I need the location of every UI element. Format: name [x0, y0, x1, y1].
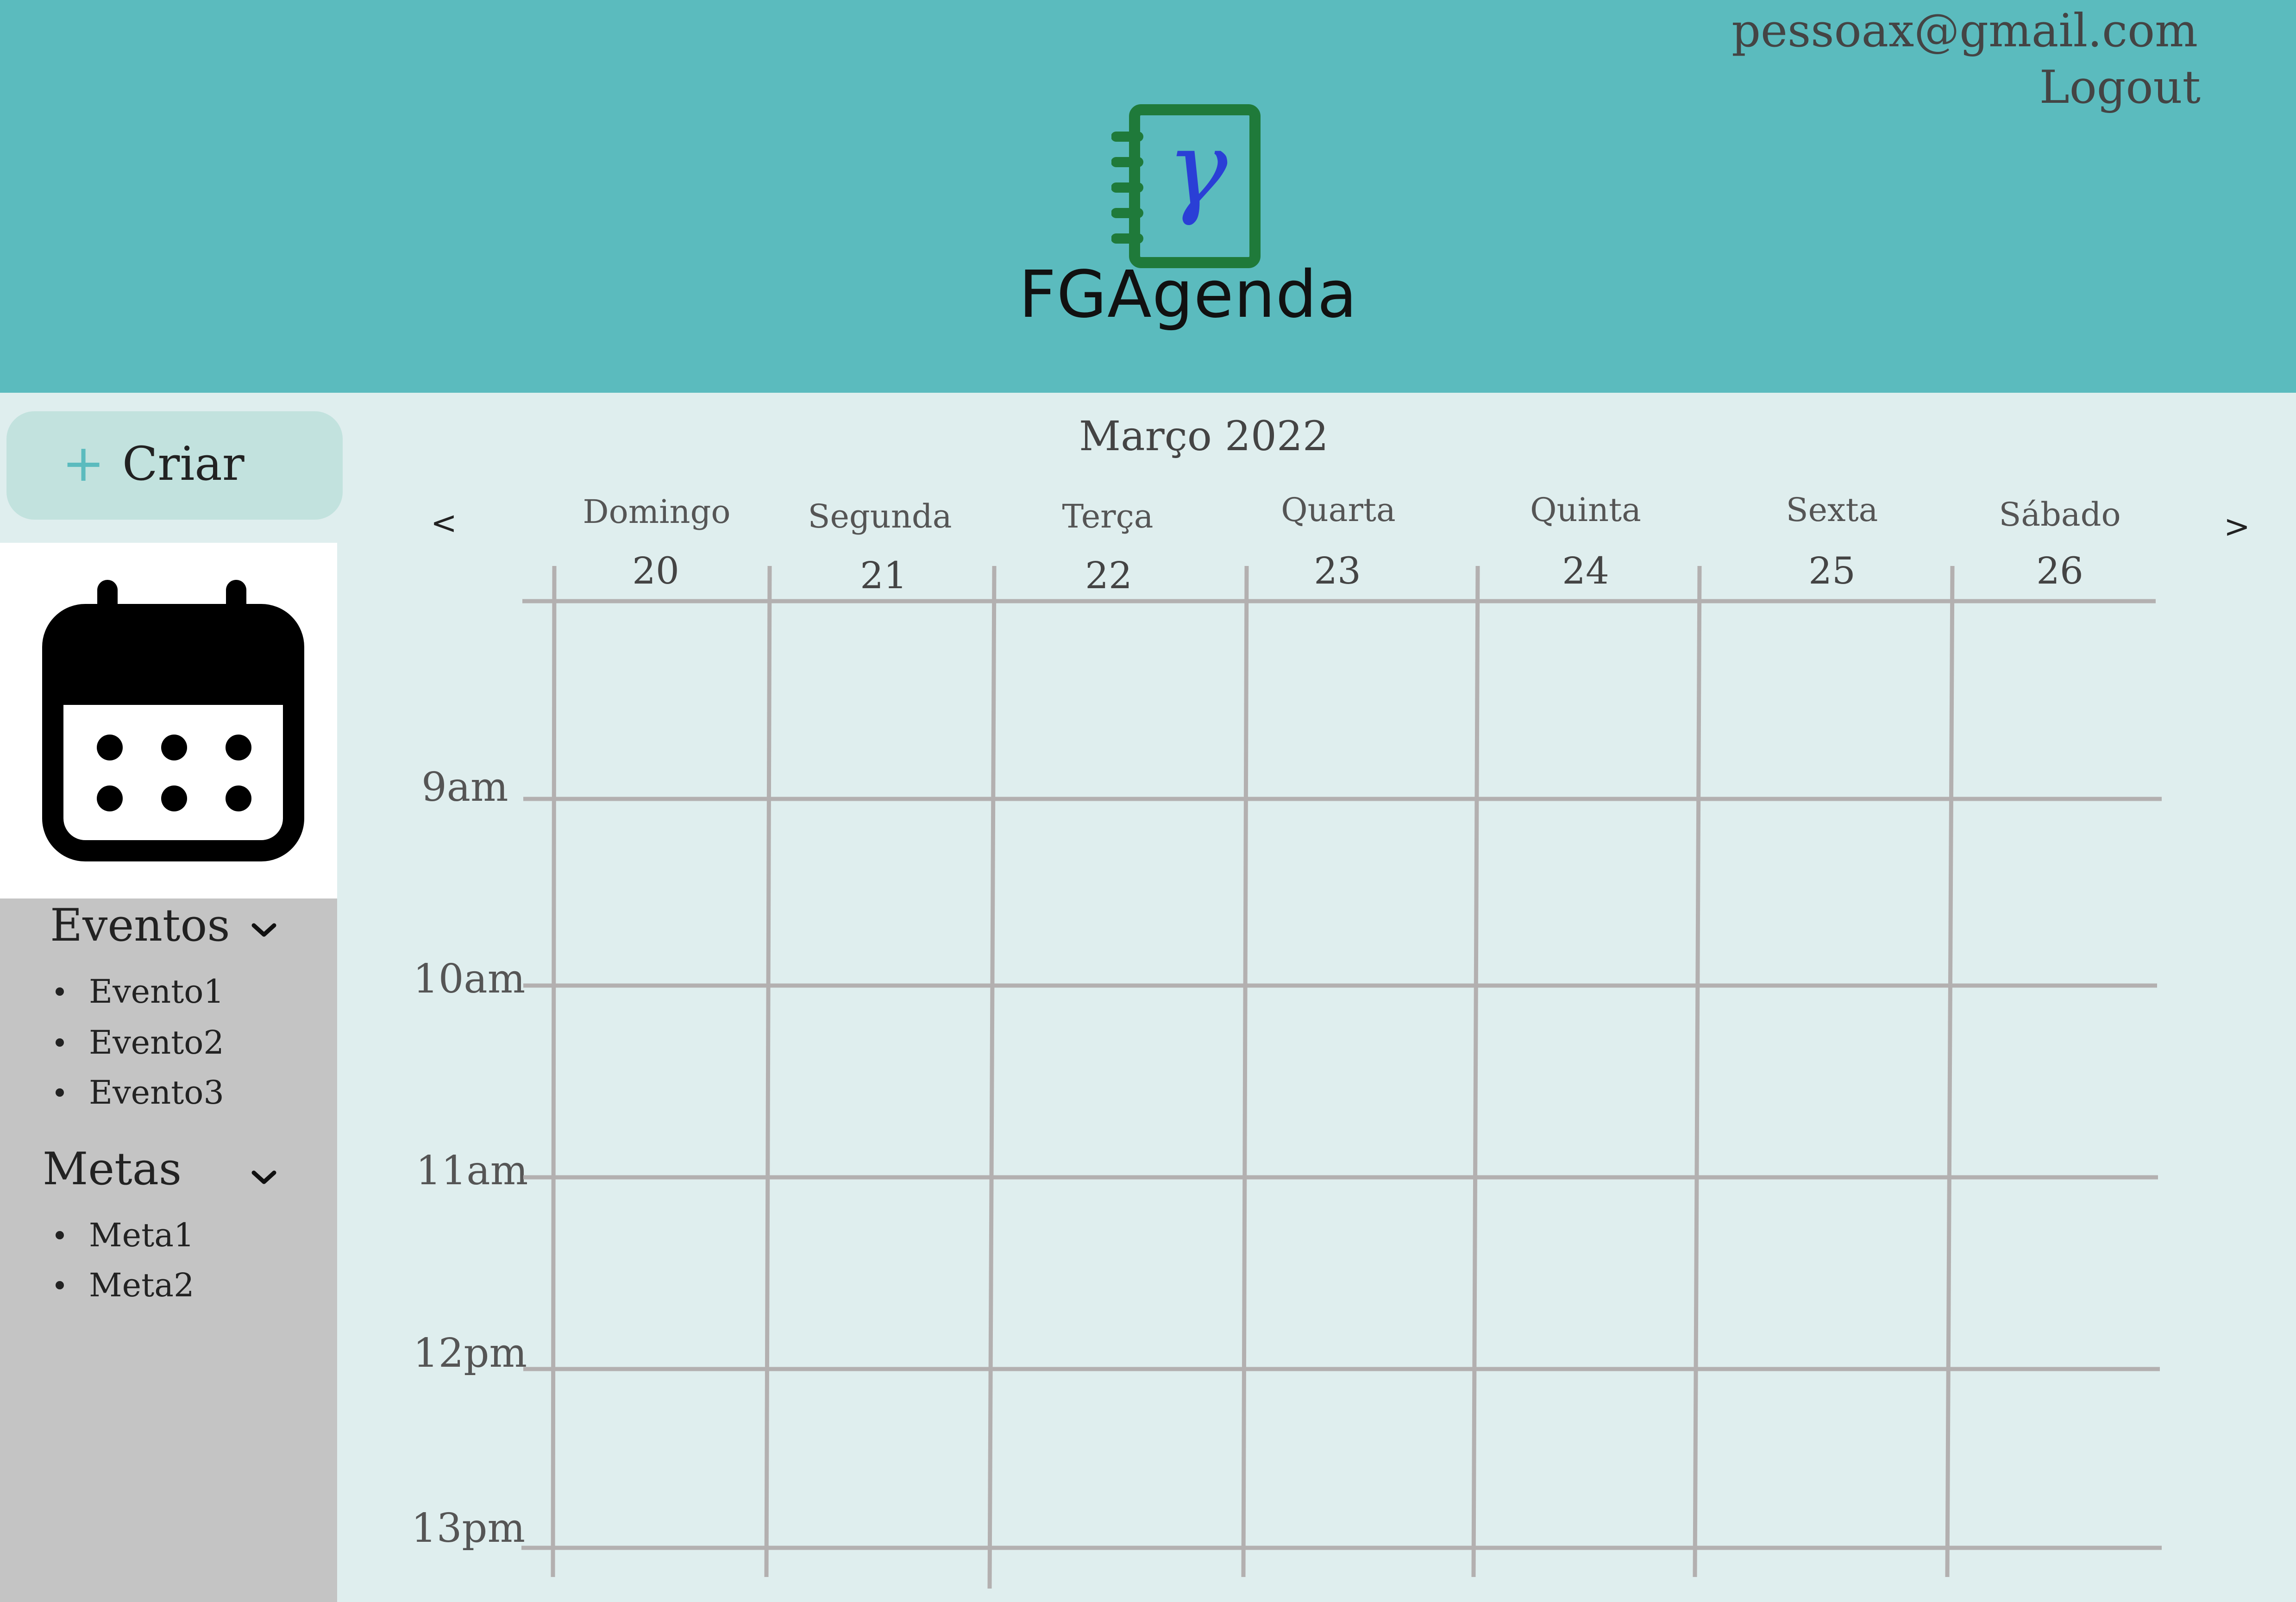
calendar-icon[interactable]: [42, 580, 306, 862]
hour-label: 10am: [413, 956, 526, 1002]
day-name: Terça: [1062, 497, 1154, 535]
next-week-button[interactable]: >: [2224, 509, 2250, 545]
grid-col-divider: [1471, 565, 1480, 1577]
hour-label: 11am: [416, 1148, 528, 1194]
plus-icon: +: [62, 433, 105, 493]
section-title-metas[interactable]: Metas: [43, 1143, 182, 1195]
hour-label: 12pm: [413, 1330, 527, 1376]
grid-col-divider: [764, 565, 772, 1577]
day-name: Segunda: [808, 497, 952, 535]
grid-col-divider: [1693, 565, 1702, 1577]
section-title-eventos[interactable]: Eventos: [50, 899, 230, 951]
hour-label: 9am: [421, 764, 508, 810]
hour-label: 13pm: [411, 1505, 526, 1552]
list-item[interactable]: Evento3: [56, 1074, 224, 1112]
app-header: pessoax@gmail.com Logout γ FGAgenda: [0, 0, 2296, 393]
logout-link[interactable]: Logout: [2039, 61, 2201, 114]
prev-week-button[interactable]: <: [431, 505, 457, 541]
notebook-logo-icon: γ: [1111, 104, 1261, 268]
logo-gamma-symbol: γ: [1167, 109, 1228, 228]
goal-item-label: Meta2: [89, 1266, 194, 1304]
list-item[interactable]: Evento1: [56, 973, 224, 1011]
grid-col-divider: [1945, 565, 1955, 1577]
create-button-label: Criar: [122, 437, 245, 491]
grid-col-divider: [1241, 565, 1249, 1577]
grid-col-divider: [551, 565, 557, 1577]
event-item-label: Evento2: [89, 1024, 224, 1062]
day-number[interactable]: 25: [1808, 549, 1856, 592]
app-logo: γ FGAgenda: [1019, 104, 1361, 336]
list-item[interactable]: Meta2: [56, 1266, 194, 1304]
day-number[interactable]: 22: [1085, 554, 1132, 597]
day-number[interactable]: 20: [632, 549, 679, 592]
goal-item-label: Meta1: [89, 1216, 194, 1254]
day-name: Sábado: [1999, 496, 2121, 534]
day-name: Domingo: [583, 493, 731, 531]
list-item[interactable]: Meta1: [56, 1216, 194, 1254]
day-number[interactable]: 21: [860, 554, 907, 597]
day-name: Sexta: [1786, 491, 1878, 529]
day-name: Quinta: [1530, 491, 1641, 529]
event-item-label: Evento1: [89, 973, 224, 1011]
app-name: FGAgenda: [1019, 257, 1358, 333]
user-email: pessoax@gmail.com: [1731, 5, 2198, 57]
day-number[interactable]: 24: [1562, 549, 1609, 592]
day-number[interactable]: 23: [1314, 549, 1361, 592]
calendar-panel: [0, 543, 337, 898]
chevron-down-icon[interactable]: [250, 1168, 278, 1187]
day-name: Quarta: [1281, 491, 1396, 529]
day-number[interactable]: 26: [2036, 549, 2083, 592]
event-item-label: Evento3: [89, 1074, 224, 1112]
create-button[interactable]: + Criar: [6, 411, 343, 520]
list-item[interactable]: Evento2: [56, 1024, 224, 1062]
month-title: Março 2022: [1079, 412, 1329, 460]
chevron-down-icon[interactable]: [250, 921, 278, 939]
grid-col-divider: [987, 565, 997, 1589]
